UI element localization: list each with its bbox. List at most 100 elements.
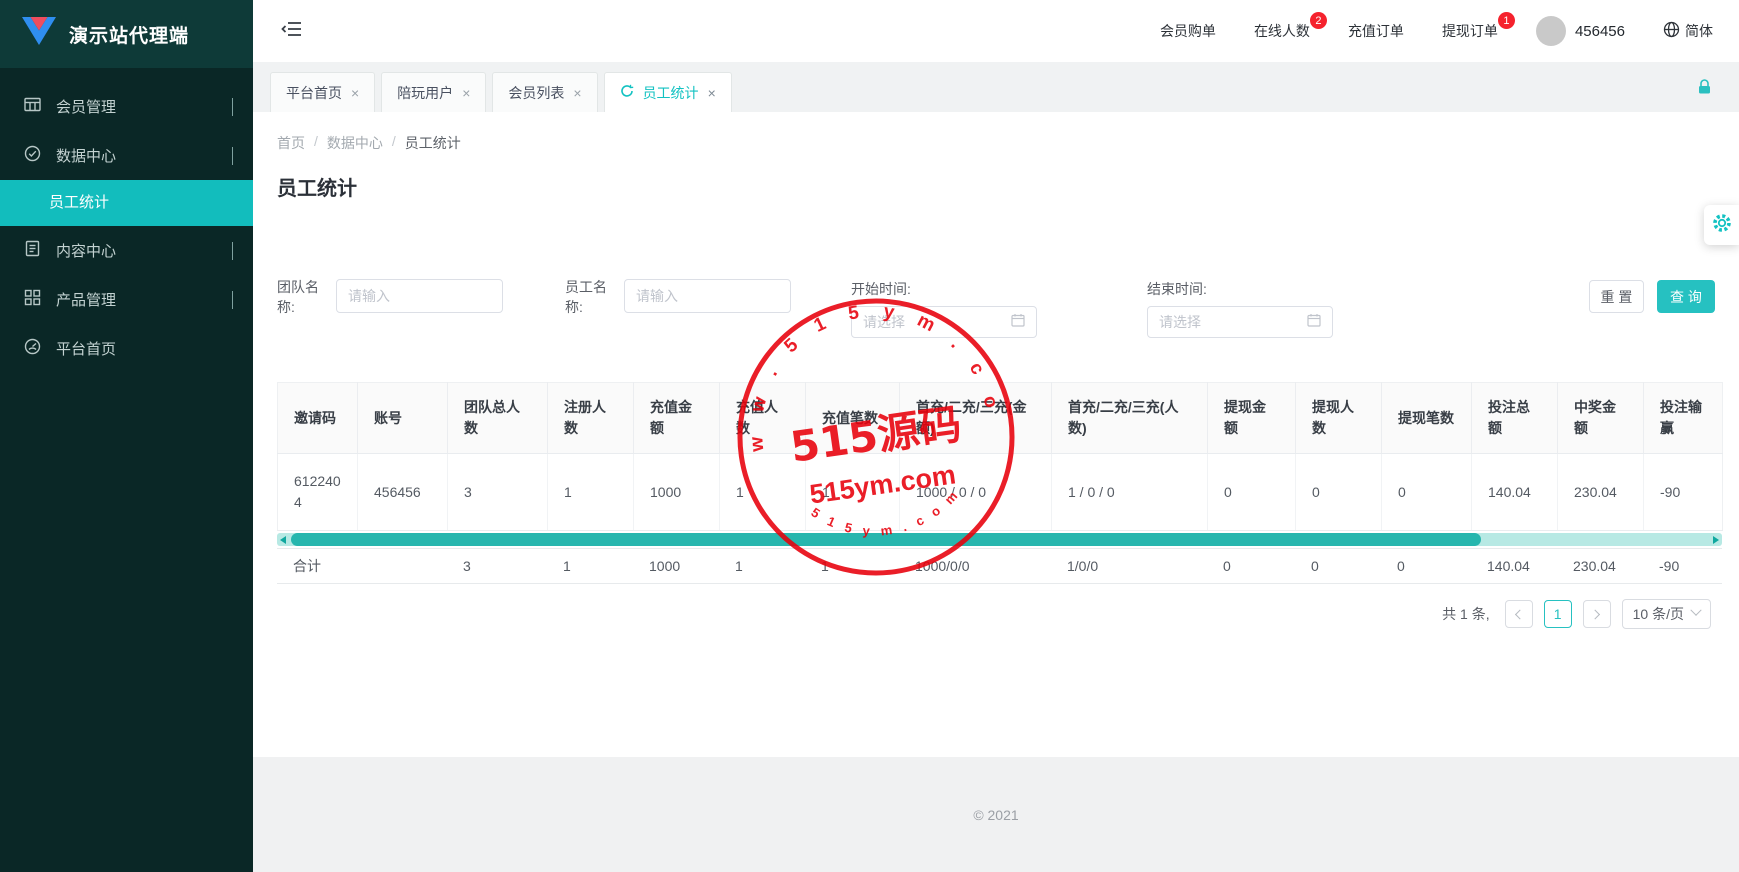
total-cell: 140.04 (1471, 549, 1557, 584)
table-cell: 3 (448, 454, 548, 531)
vue-logo-icon (22, 17, 56, 51)
end-time-group: 结束时间: 请选择 (1147, 279, 1333, 338)
total-cell: 1 (805, 549, 899, 584)
start-time-picker[interactable]: 请选择 (851, 306, 1037, 338)
table-header-cell: 首充/二充/三充(金额) (900, 383, 1052, 454)
table-header-cell: 首充/二充/三充(人数) (1052, 383, 1208, 454)
topbar-link-withdraw-orders[interactable]: 提现订单 1 (1442, 21, 1498, 41)
breadcrumb-item[interactable]: 数据中心 (327, 133, 383, 153)
reset-button[interactable]: 重 置 (1589, 280, 1644, 313)
collapse-sidebar-icon[interactable] (281, 20, 303, 43)
language-switcher[interactable]: 简体 (1663, 21, 1713, 41)
team-name-input[interactable] (336, 279, 503, 313)
table-header-cell: 提现笔数 (1382, 383, 1472, 454)
table-cell: 0 (1382, 454, 1472, 531)
app-title: 演示站代理端 (69, 21, 189, 48)
breadcrumb-item-current: 员工统计 (405, 133, 461, 153)
sidebar: 演示站代理端 会员管理 数据中心 (0, 0, 253, 872)
total-cell: 1 (547, 549, 633, 584)
sidebar-item-label: 产品管理 (56, 289, 116, 310)
globe-icon (1663, 21, 1680, 41)
sidebar-item-label: 数据中心 (56, 145, 116, 166)
close-icon[interactable]: × (573, 85, 581, 101)
tab-strip: 平台首页 × 陪玩用户 × 会员列表 × 员工统计 × (253, 62, 1739, 112)
table-header-cell: 提现人数 (1296, 383, 1382, 454)
sidebar-item-content-center[interactable]: 内容中心 (0, 226, 253, 275)
chevron-up-icon (232, 147, 233, 164)
total-cell: 1000/0/0 (899, 549, 1051, 584)
start-time-label: 开始时间: (851, 279, 1037, 299)
tab-label: 陪玩用户 (397, 83, 453, 103)
scroll-left-arrow-icon[interactable] (280, 536, 286, 544)
settings-button[interactable] (1704, 205, 1739, 245)
close-icon[interactable]: × (351, 85, 359, 101)
page-number-button[interactable]: 1 (1544, 600, 1572, 628)
tab-staff-statistics[interactable]: 员工统计 × (604, 72, 732, 112)
total-cell: 0 (1381, 549, 1471, 584)
table-cell: 456456 (358, 454, 448, 531)
sidebar-item-data-center[interactable]: 数据中心 (0, 131, 253, 180)
total-cell: -90 (1643, 549, 1722, 584)
end-time-picker[interactable]: 请选择 (1147, 306, 1333, 338)
close-icon[interactable]: × (462, 85, 470, 101)
horizontal-scrollbar[interactable] (277, 533, 1722, 546)
breadcrumb: 首页 / 数据中心 / 员工统计 (277, 112, 1715, 153)
document-icon (24, 240, 41, 261)
chevron-down-icon (1690, 604, 1701, 615)
first-charge-count-link[interactable]: 1 / 0 / 0 (1052, 454, 1208, 531)
total-cell: 1 (719, 549, 805, 584)
sidebar-item-member-management[interactable]: 会员管理 (0, 82, 253, 131)
topbar-link-online-users[interactable]: 在线人数 2 (1254, 21, 1310, 41)
table-cell: 0 (1296, 454, 1382, 531)
scrollbar-thumb[interactable] (291, 533, 1481, 546)
table-row: 6122404 456456 3 1 1000 1 1 1000 / 0 / 0… (278, 454, 1723, 531)
breadcrumb-item[interactable]: 首页 (277, 133, 305, 153)
online-users-badge: 2 (1310, 12, 1327, 29)
table-header-cell: 充值金额 (634, 383, 720, 454)
page-content: 首页 / 数据中心 / 员工统计 员工统计 团队名称: 员工名称: 开始时间: (253, 112, 1739, 757)
table-header-cell: 投注输赢 (1644, 383, 1723, 454)
next-page-button[interactable] (1583, 600, 1611, 628)
topbar-link-recharge-orders[interactable]: 充值订单 (1348, 21, 1404, 41)
language-label: 简体 (1685, 21, 1713, 41)
table-header-row: 邀请码 账号 团队总人数 注册人数 充值金额 充值人数 充值笔数 首充/二充/三… (278, 383, 1723, 454)
tab-companion-users[interactable]: 陪玩用户 × (381, 72, 486, 112)
end-time-label: 结束时间: (1147, 279, 1333, 299)
total-cell: 230.04 (1557, 549, 1643, 584)
sidebar-item-staff-statistics[interactable]: 员工统计 (0, 180, 253, 226)
table-header-cell: 邀请码 (278, 383, 358, 454)
page-size-select[interactable]: 10 条/页 (1622, 599, 1711, 629)
table-header-cell: 账号 (358, 383, 448, 454)
topbar-link-label: 在线人数 (1254, 23, 1310, 39)
user-menu[interactable]: 456456 (1536, 16, 1625, 46)
table-cell: 1 (806, 454, 900, 531)
breadcrumb-separator: / (314, 133, 318, 153)
topbar-link-label: 充值订单 (1348, 23, 1404, 39)
tab-platform-home[interactable]: 平台首页 × (270, 72, 375, 112)
lock-icon[interactable] (1696, 78, 1713, 100)
table-cell: 1000 / 0 / 0 (900, 454, 1052, 531)
topbar-link-label: 提现订单 (1442, 23, 1498, 39)
table-cell: 1 (720, 454, 806, 531)
total-cell: 3 (447, 549, 547, 584)
topbar-link-member-orders[interactable]: 会员购单 (1160, 21, 1216, 41)
team-name-group: 团队名称: (277, 279, 503, 317)
pagination-total: 共 1 条, (1442, 604, 1489, 624)
refresh-icon[interactable] (620, 84, 634, 101)
prev-page-button[interactable] (1505, 600, 1533, 628)
sidebar-item-platform-home[interactable]: 平台首页 (0, 324, 253, 373)
sidebar-item-label: 会员管理 (56, 96, 116, 117)
register-count-link[interactable]: 1 (548, 454, 634, 531)
table-header-cell: 充值人数 (720, 383, 806, 454)
staff-name-input[interactable] (624, 279, 791, 313)
close-icon[interactable]: × (708, 85, 716, 101)
gear-icon (1712, 213, 1732, 238)
scroll-right-arrow-icon[interactable] (1713, 536, 1719, 544)
sidebar-item-product-management[interactable]: 产品管理 (0, 275, 253, 324)
avatar (1536, 16, 1566, 46)
tab-member-list[interactable]: 会员列表 × (492, 72, 597, 112)
query-button[interactable]: 查 询 (1657, 280, 1715, 313)
withdraw-orders-badge: 1 (1498, 12, 1515, 29)
calendar-icon (1307, 313, 1321, 332)
app-window: 演示站代理端 会员管理 数据中心 (0, 0, 1739, 872)
